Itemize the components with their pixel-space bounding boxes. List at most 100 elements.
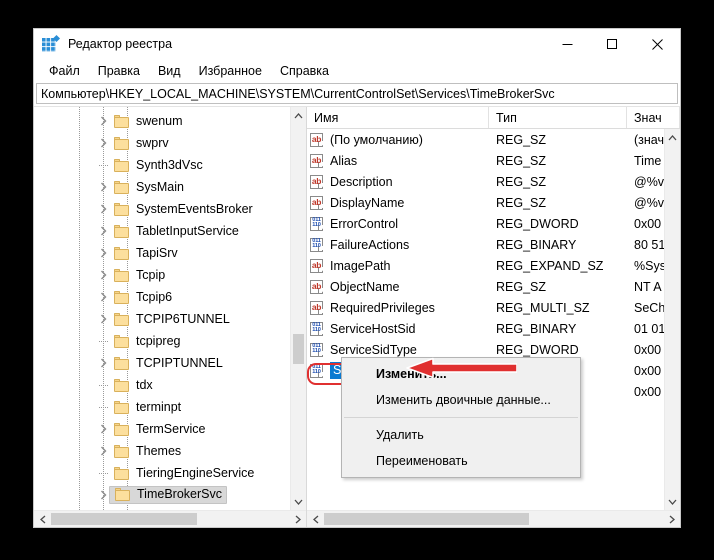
column-header-name[interactable]: Имя (307, 107, 489, 128)
tree-item-content[interactable]: TCPIP6TUNNEL (111, 312, 230, 326)
close-button[interactable] (635, 29, 680, 59)
tree-item-content[interactable]: tdx (111, 378, 153, 392)
values-hscroll-track[interactable] (324, 511, 663, 527)
tree-horizontal-scrollbar[interactable] (34, 510, 306, 527)
table-row[interactable]: ab RequiredPrivileges REG_MULTI_SZ SeCh (307, 297, 664, 318)
tree-item-content[interactable]: terminpt (111, 400, 181, 414)
tree-item-content[interactable]: TermService (111, 422, 205, 436)
values-scroll-up-button[interactable] (665, 129, 680, 146)
tree-item-sysmain[interactable]: SysMain (34, 176, 290, 198)
tree-item-content[interactable]: TapiSrv (111, 246, 178, 260)
tree-item-themes[interactable]: Themes (34, 440, 290, 462)
tree-item-terminpt[interactable]: terminpt (34, 396, 290, 418)
tree-item-content[interactable]: TieringEngineService (111, 466, 254, 480)
tree-item-tdx[interactable]: tdx (34, 374, 290, 396)
tree-item-content[interactable]: swprv (111, 136, 169, 150)
context-menu-item-1[interactable]: Изменить двоичные данные... (342, 387, 580, 413)
chevron-right-icon[interactable] (95, 132, 111, 154)
column-header-value[interactable]: Знач (627, 107, 680, 128)
tree-scroll-thumb[interactable] (293, 334, 304, 364)
context-menu-item-3[interactable]: Переименовать (342, 448, 580, 474)
chevron-right-icon[interactable] (95, 242, 111, 264)
values-hscroll-thumb[interactable] (324, 513, 529, 525)
tree-scroll-down-button[interactable] (291, 493, 306, 510)
chevron-right-icon[interactable] (95, 198, 111, 220)
tree-item-content[interactable]: Synth3dVsc (111, 158, 203, 172)
chevron-right-icon[interactable] (95, 418, 111, 440)
value-name-cell[interactable]: 011 110 ServiceHostSid (307, 318, 489, 339)
value-name-cell[interactable]: 011 110 ErrorControl (307, 213, 489, 234)
tree-item-tcpip6tunnel[interactable]: TCPIP6TUNNEL (34, 308, 290, 330)
tree-hscroll-right-button[interactable] (289, 511, 306, 527)
minimize-button[interactable] (545, 29, 590, 59)
value-name-cell[interactable]: ab ImagePath (307, 255, 489, 276)
tree-item-content[interactable]: SysMain (111, 180, 184, 194)
table-row[interactable]: ab ObjectName REG_SZ NT A (307, 276, 664, 297)
chevron-right-icon[interactable] (95, 110, 111, 132)
tree-item-content[interactable]: Tcpip (111, 268, 165, 282)
tree-item-synth3dvsc[interactable]: Synth3dVsc (34, 154, 290, 176)
column-header-type[interactable]: Тип (489, 107, 627, 128)
tree-item-termservice[interactable]: TermService (34, 418, 290, 440)
tree-item-content[interactable]: TabletInputService (111, 224, 239, 238)
chevron-right-icon[interactable] (95, 264, 111, 286)
tree-item-content[interactable]: swenum (111, 114, 183, 128)
tree-item-systemeventsbroker[interactable]: SystemEventsBroker (34, 198, 290, 220)
chevron-right-icon[interactable] (95, 220, 111, 242)
context-menu-item-2[interactable]: Удалить (342, 422, 580, 448)
value-name-cell[interactable]: ab Alias (307, 150, 489, 171)
value-name-cell[interactable]: 011 110 FailureActions (307, 234, 489, 255)
tree-item-content[interactable]: tcpipreg (111, 334, 180, 348)
maximize-button[interactable] (590, 29, 635, 59)
tree-item-content[interactable]: TCPIPTUNNEL (111, 356, 223, 370)
chevron-right-icon[interactable] (95, 440, 111, 462)
menu-view[interactable]: Вид (149, 62, 190, 80)
values-scroll-down-button[interactable] (665, 493, 680, 510)
table-row[interactable]: ab DisplayName REG_SZ @%v (307, 192, 664, 213)
table-row[interactable]: ab Alias REG_SZ Time (307, 150, 664, 171)
tree-item-tcpip6[interactable]: Tcpip6 (34, 286, 290, 308)
chevron-right-icon[interactable] (95, 308, 111, 330)
tree-item-content[interactable]: Themes (111, 444, 181, 458)
tree-scroll-up-button[interactable] (291, 107, 306, 124)
tree-item-tieringengineservice[interactable]: TieringEngineService (34, 462, 290, 484)
value-name-cell[interactable]: ab RequiredPrivileges (307, 297, 489, 318)
table-row[interactable]: ab Description REG_SZ @%v (307, 171, 664, 192)
context-menu-item-0[interactable]: Изменить... (342, 361, 580, 387)
values-scroll-track[interactable] (665, 146, 680, 493)
tree-item-content[interactable]: Tcpip6 (111, 290, 172, 304)
tree-item-tcpip[interactable]: Tcpip (34, 264, 290, 286)
menu-edit[interactable]: Правка (89, 62, 149, 80)
values-vertical-scrollbar[interactable] (664, 129, 680, 510)
tree-item-timebrokersvc[interactable]: TimeBrokerSvc (34, 484, 290, 506)
tree-item-content[interactable]: SystemEventsBroker (111, 202, 253, 216)
tree-item-tcpipreg[interactable]: tcpipreg (34, 330, 290, 352)
table-row[interactable]: 011 110 FailureActions REG_BINARY 80 51 (307, 234, 664, 255)
value-name-cell[interactable]: ab ObjectName (307, 276, 489, 297)
tree-scroll-track[interactable] (291, 124, 306, 493)
values-hscroll-right-button[interactable] (663, 511, 680, 527)
tree-item-swenum[interactable]: swenum (34, 110, 290, 132)
values-hscroll-left-button[interactable] (307, 511, 324, 527)
table-row[interactable]: 011 110 ServiceHostSid REG_BINARY 01 01 (307, 318, 664, 339)
tree-item-tabletinputservice[interactable]: TabletInputService (34, 220, 290, 242)
tree-hscroll-track[interactable] (51, 511, 289, 527)
menu-help[interactable]: Справка (271, 62, 338, 80)
table-row[interactable]: 011 110 ErrorControl REG_DWORD 0x00 (307, 213, 664, 234)
table-row[interactable]: ab (По умолчанию) REG_SZ (знач (307, 129, 664, 150)
tree-item-swprv[interactable]: swprv (34, 132, 290, 154)
menu-favorites[interactable]: Избранное (190, 62, 271, 80)
tree-hscroll-left-button[interactable] (34, 511, 51, 527)
address-bar[interactable]: Компьютер\HKEY_LOCAL_MACHINE\SYSTEM\Curr… (36, 83, 678, 104)
chevron-right-icon[interactable] (95, 176, 111, 198)
tree-item-tcpiptunnel[interactable]: TCPIPTUNNEL (34, 352, 290, 374)
tree-item-tapisrv[interactable]: TapiSrv (34, 242, 290, 264)
tree-item-content[interactable]: TimeBrokerSvc (109, 486, 227, 504)
chevron-right-icon[interactable] (95, 286, 111, 308)
tree-vertical-scrollbar[interactable] (290, 107, 306, 510)
menu-file[interactable]: Файл (40, 62, 89, 80)
values-horizontal-scrollbar[interactable] (307, 510, 680, 527)
context-menu[interactable]: Изменить... Изменить двоичные данные... Уд… (341, 357, 581, 478)
value-name-cell[interactable]: ab DisplayName (307, 192, 489, 213)
value-name-cell[interactable]: ab Description (307, 171, 489, 192)
